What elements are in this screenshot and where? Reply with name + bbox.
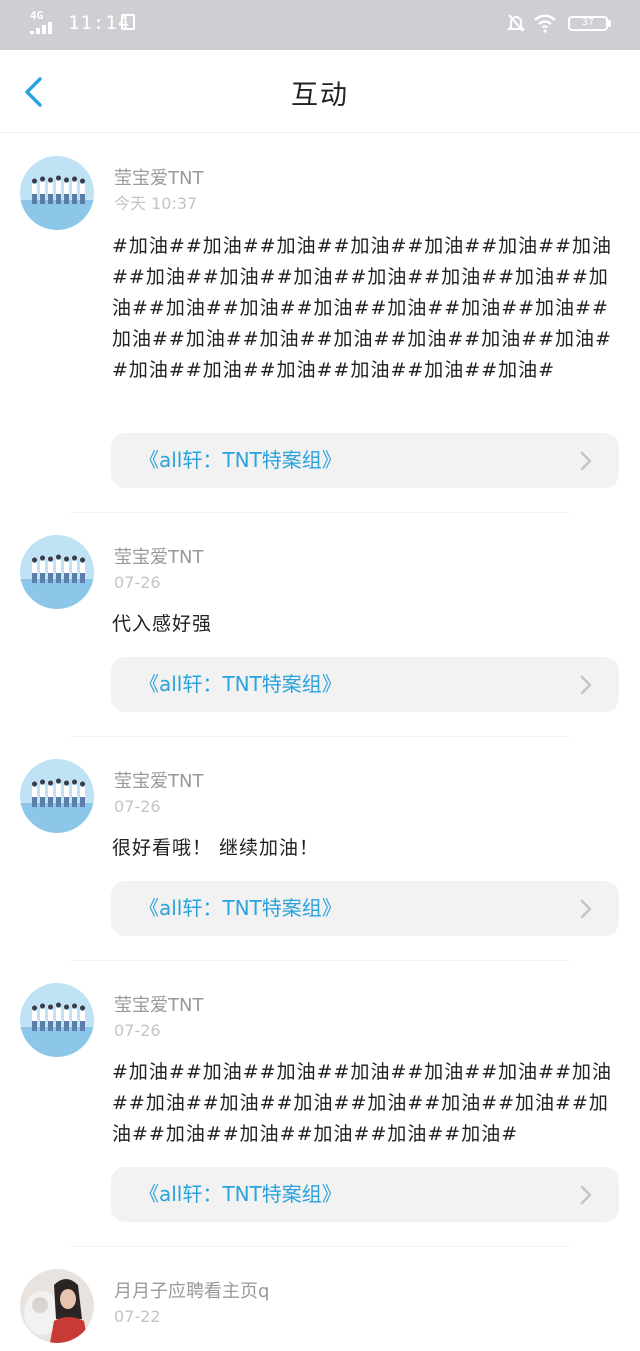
comment-item: 月月子应聘看主页q 07-22: [0, 1269, 640, 1351]
divider: [70, 960, 570, 961]
story-link-title: 《all轩：TNT特案组》: [139, 1182, 342, 1206]
divider: [70, 736, 570, 737]
avatar[interactable]: [20, 1269, 94, 1343]
page-title: 互动: [291, 80, 349, 111]
comment-text: 代入感好强: [112, 613, 213, 635]
network-type: 4G: [30, 9, 44, 22]
status-bar: 4G 11:14 37: [0, 0, 640, 50]
avatar[interactable]: [20, 156, 94, 230]
story-link[interactable]: 《all轩：TNT特案组》: [111, 657, 619, 712]
username[interactable]: 莹宝爱TNT: [114, 546, 203, 570]
sim-icon: [121, 14, 135, 30]
story-link[interactable]: 《all轩：TNT特案组》: [111, 881, 619, 936]
battery-level: 37: [581, 17, 595, 28]
story-link-title: 《all轩：TNT特案组》: [139, 448, 342, 472]
avatar[interactable]: [20, 759, 94, 833]
divider: [70, 512, 570, 513]
battery-tip: [608, 20, 611, 27]
chevron-right-icon: [580, 1185, 592, 1205]
comment-item: 莹宝爱TNT 07-26 很好看哦！ 继续加油！ 《all轩：TNT特案组》: [0, 759, 640, 939]
username[interactable]: 莹宝爱TNT: [114, 167, 203, 191]
comment-text: #加油##加油##加油##加油##加油##加油##加油##加油##加油##加油#…: [112, 1061, 612, 1145]
comment-text: 很好看哦！ 继续加油！: [112, 837, 320, 859]
notifications-off-icon: [506, 14, 526, 32]
username[interactable]: 莹宝爱TNT: [114, 994, 203, 1018]
wifi-icon: [534, 14, 556, 33]
comment-item: 莹宝爱TNT 07-26 代入感好强 《all轩：TNT特案组》: [0, 535, 640, 715]
timestamp: 07-26: [114, 1021, 161, 1040]
timestamp: 07-22: [114, 1307, 161, 1326]
timestamp: 今天 10:37: [114, 194, 198, 213]
divider: [70, 1246, 570, 1247]
nav-bar: 互动: [0, 50, 640, 133]
avatar[interactable]: [20, 983, 94, 1057]
signal-icon: [30, 22, 58, 34]
username[interactable]: 月月子应聘看主页q: [114, 1280, 269, 1304]
story-link-title: 《all轩：TNT特案组》: [139, 896, 342, 920]
chevron-right-icon: [580, 675, 592, 695]
comment-text: #加油##加油##加油##加油##加油##加油##加油##加油##加油##加油#…: [112, 235, 612, 381]
chevron-right-icon: [580, 899, 592, 919]
comment-item: 莹宝爱TNT 07-26 #加油##加油##加油##加油##加油##加油##加油…: [0, 983, 640, 1223]
story-link-title: 《all轩：TNT特案组》: [139, 672, 342, 696]
story-link[interactable]: 《all轩：TNT特案组》: [111, 433, 619, 488]
chevron-right-icon: [580, 451, 592, 471]
timestamp: 07-26: [114, 797, 161, 816]
username[interactable]: 莹宝爱TNT: [114, 770, 203, 794]
timestamp: 07-26: [114, 573, 161, 592]
story-link[interactable]: 《all轩：TNT特案组》: [111, 1167, 619, 1222]
avatar[interactable]: [20, 535, 94, 609]
comment-item: 莹宝爱TNT 今天 10:37 #加油##加油##加油##加油##加油##加油#…: [0, 156, 640, 516]
comment-feed[interactable]: 莹宝爱TNT 今天 10:37 #加油##加油##加油##加油##加油##加油#…: [0, 132, 640, 1351]
